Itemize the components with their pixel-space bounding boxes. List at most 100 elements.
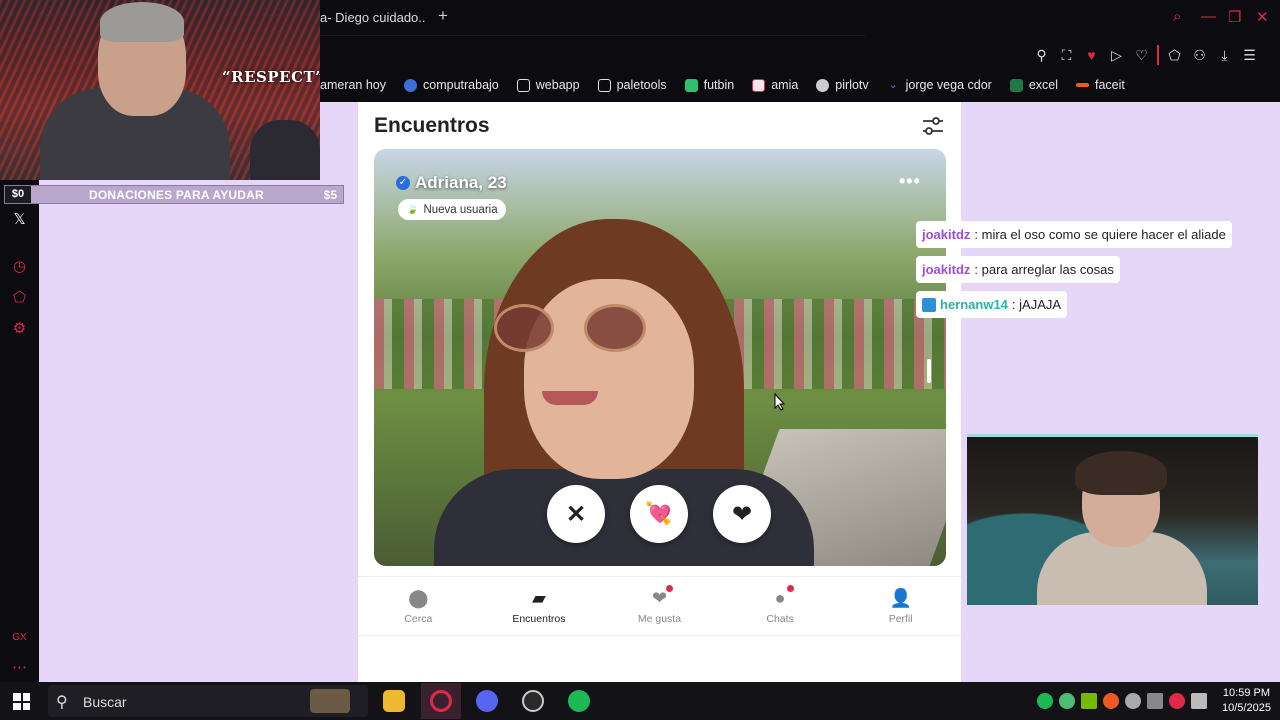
heart-icon[interactable]: ♡ [1132, 46, 1151, 65]
nav-item-encuentros[interactable]: ▰ Encuentros [479, 577, 600, 635]
bookmark-item[interactable]: ameran hoy [320, 78, 386, 92]
extensions-icon[interactable]: ⬠ [1165, 46, 1184, 65]
pin-icon[interactable]: ⚲ [1032, 46, 1051, 65]
toolbar-separator [1157, 45, 1159, 65]
nav-item-me-gusta[interactable]: ❤ Me gusta [599, 577, 720, 635]
browser-toolbar: ⚲ ⛶ ♥ ▷ ♡ ⬠ ⚇ ⤓ ☰ [1032, 44, 1272, 66]
profile-name: Adriana, 23 [415, 173, 507, 192]
system-clock[interactable]: 10:59 PM 10/5/2025 [1222, 686, 1271, 716]
bookmark-label: pirlotv [835, 78, 869, 92]
bookmark-item[interactable]: amia [752, 78, 798, 92]
clock-icon[interactable]: ◷ [10, 257, 29, 276]
bookmark-label: webapp [535, 78, 580, 92]
gx-icon[interactable]: GX [10, 628, 29, 647]
volume-icon[interactable] [1191, 693, 1207, 709]
heart-arrow-icon: 💘 [645, 501, 673, 526]
steam-tray-icon[interactable] [1125, 693, 1141, 709]
windows-start-icon[interactable] [13, 693, 30, 710]
network-tray-icon[interactable] [1147, 693, 1163, 709]
new-tab-button[interactable]: + [438, 6, 448, 26]
nav-item-cerca[interactable]: ⬤ Cerca [358, 577, 479, 635]
chat-username: hernanw14 [940, 297, 1008, 312]
nav-label: Encuentros [512, 613, 566, 625]
nvidia-tray-icon[interactable] [1081, 693, 1097, 709]
obs-icon[interactable] [522, 690, 544, 712]
taskbar: ⚲ Buscar 10:59 PM 10/5/2025 [0, 682, 1280, 720]
taskbar-search[interactable]: ⚲ Buscar [48, 685, 368, 717]
minimize-button[interactable]: — [1201, 8, 1216, 25]
bookmark-label: computrabajo [423, 78, 499, 92]
spotify-icon[interactable] [568, 690, 590, 712]
bookmark-item[interactable]: ⌄ jorge vega cdor [887, 78, 992, 92]
leaf-icon: 🍃 [406, 204, 419, 215]
puzzle-icon[interactable]: ⬠ [10, 288, 29, 307]
badge-label: Nueva usuaria [423, 203, 498, 216]
screenshot-icon[interactable]: ⛶ [1057, 46, 1076, 65]
bookmark-item[interactable]: paletools [597, 78, 667, 92]
nav-item-chats[interactable]: ● Chats [720, 577, 841, 635]
more-options-icon[interactable]: ••• [899, 171, 921, 192]
shield-icon[interactable]: ♥ [1082, 46, 1101, 65]
status-tray-icon[interactable] [1059, 693, 1075, 709]
bookmarks-bar: ameran hoy computrabajo webapp paletools… [320, 75, 1125, 95]
sunglasses-right [584, 304, 646, 352]
filter-icon[interactable] [921, 114, 945, 138]
crush-button[interactable]: 💘 [630, 485, 688, 543]
notification-dot [787, 585, 795, 592]
discord-icon[interactable] [476, 690, 498, 712]
opera-gx-icon [430, 690, 452, 712]
x-icon[interactable]: 𝕏 [10, 210, 29, 229]
spotify-tray-icon[interactable] [1037, 693, 1053, 709]
bookmark-item[interactable]: webapp [516, 78, 580, 92]
maximize-button[interactable]: ❐ [1228, 8, 1241, 26]
bookmark-item[interactable]: futbin [684, 78, 734, 92]
bookmark-label: faceit [1095, 78, 1125, 92]
search-icon[interactable]: ⌕ [1173, 8, 1181, 25]
profile-icon[interactable]: ⚇ [1190, 46, 1209, 65]
download-icon[interactable]: ⤓ [1215, 46, 1234, 65]
donation-bar: $0 DONACIONES PARA AYUDAR $5 [4, 185, 344, 204]
close-icon: ✕ [565, 500, 587, 528]
clock-time: 10:59 PM [1222, 687, 1270, 699]
chat-username: joakitdz [922, 227, 971, 242]
play-icon[interactable]: ▷ [1107, 46, 1126, 65]
profile-card[interactable]: ✓ Adriana, 23 ••• 🍃 Nueva usuaria ✕ 💘 ❤ [374, 149, 946, 566]
nav-item-perfil[interactable]: 👤 Perfil [840, 577, 961, 635]
chat-text: : mira el oso como se quiere hacer el al… [974, 227, 1226, 242]
user-badge-icon [922, 297, 936, 312]
donation-label: DONACIONES PARA AYUDAR [89, 188, 264, 202]
bookmark-item[interactable]: faceit [1076, 78, 1125, 92]
bookmark-item[interactable]: computrabajo [404, 78, 499, 92]
tab-divider [320, 35, 865, 36]
faceit-tray-icon[interactable] [1103, 693, 1119, 709]
photo-scroll-indicator [927, 359, 931, 383]
search-icon: ⚲ [56, 694, 68, 711]
like-button[interactable]: ❤ [713, 485, 771, 543]
faceit-icon [1076, 83, 1089, 87]
chevron-icon: ⌄ [888, 78, 898, 91]
search-highlight-image [310, 689, 350, 713]
dislike-button[interactable]: ✕ [547, 485, 605, 543]
futbin-icon [684, 78, 698, 92]
chat-message: joakitdz : para arreglar las cosas [916, 256, 1120, 283]
nav-label: Me gusta [637, 613, 682, 625]
bookmark-item[interactable]: excel [1009, 78, 1058, 92]
figure-background-person [250, 120, 320, 180]
streamer-webcam: “RESPECT” [0, 0, 320, 180]
webcam-caption: “RESPECT” [222, 68, 320, 86]
active-tab[interactable]: a- Diego cuidado.. [320, 10, 426, 25]
guest-hair [1075, 451, 1167, 495]
sunglasses-left [494, 304, 554, 352]
heart-icon: ❤ [731, 500, 753, 528]
opera-tray-icon[interactable] [1169, 693, 1185, 709]
chat-username: joakitdz [922, 262, 971, 277]
file-explorer-icon[interactable] [383, 690, 405, 712]
close-button[interactable]: ✕ [1256, 8, 1269, 26]
location-pin-icon: ⬤ [408, 588, 429, 608]
page-icon [516, 78, 530, 92]
gear-icon[interactable]: ⚙ [10, 319, 29, 338]
search-placeholder: Buscar [83, 694, 127, 710]
menu-icon[interactable]: ☰ [1240, 46, 1259, 65]
bookmark-item[interactable]: pirlotv [816, 78, 869, 92]
more-icon[interactable]: ⋯ [10, 658, 29, 677]
